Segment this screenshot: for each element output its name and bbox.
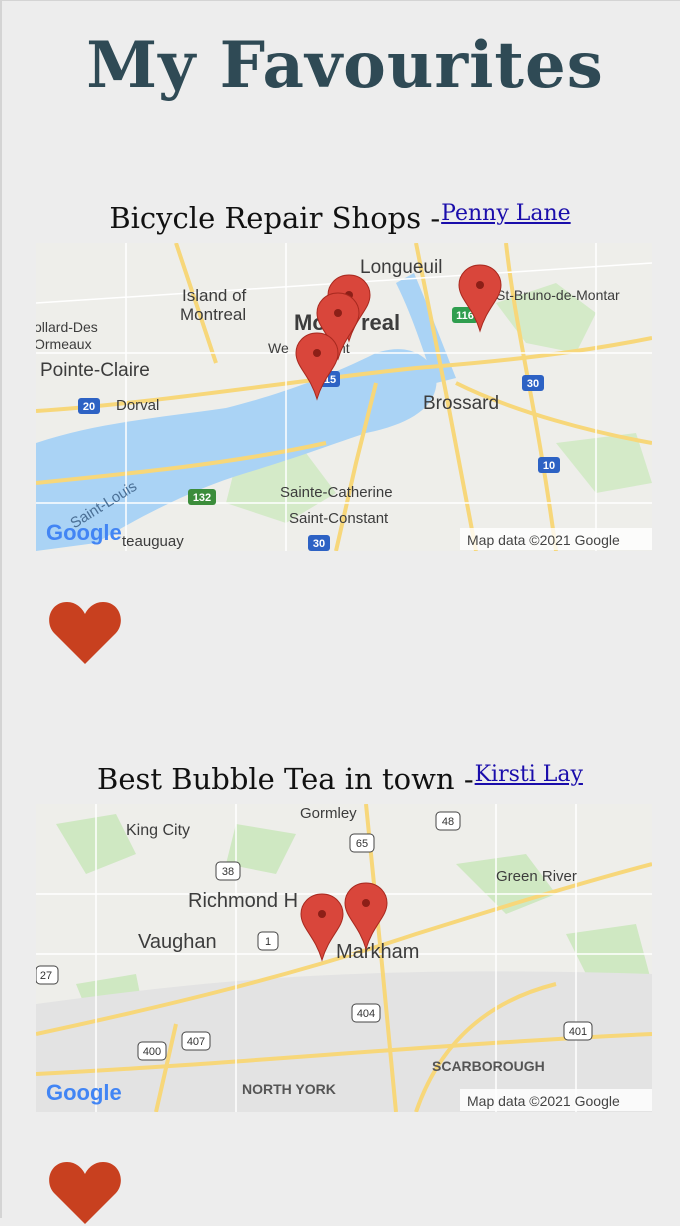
map-label: NORTH YORK [242, 1081, 336, 1097]
favourite-title: Bicycle Repair Shops [109, 201, 422, 235]
svg-text:Google: Google [46, 1080, 122, 1105]
google-logo: Google [46, 1080, 122, 1105]
map-label: Pointe-Claire [40, 360, 150, 381]
map-label: Sainte-Catherine [280, 484, 393, 501]
route-shield-label: 30 [313, 538, 325, 550]
favourite-heading: Bicycle Repair Shops -Penny Lane [0, 201, 680, 235]
heart-icon[interactable] [48, 1160, 122, 1226]
author-link[interactable]: Penny Lane [441, 201, 571, 226]
map-label: Montreal [180, 305, 246, 324]
map-label: SCARBOROUGH [432, 1058, 545, 1074]
page-title: My Favourites [86, 28, 604, 103]
map-label: Dorval [116, 397, 159, 414]
google-logo: Google [46, 520, 122, 545]
map-label: real [361, 310, 400, 335]
favourite-heading: Best Bubble Tea in town -Kirsti Lay [0, 762, 680, 796]
route-shield-label: 404 [357, 1008, 375, 1020]
map-label: teauguay [122, 533, 184, 550]
separator: - [430, 201, 441, 235]
route-shield-label: 1 [265, 936, 271, 948]
map-attribution: Map data ©2021 Google [467, 532, 620, 548]
route-shield-label: 407 [187, 1036, 205, 1048]
map-label: We [268, 340, 289, 356]
svg-text:Google: Google [46, 520, 122, 545]
route-shield-label: 10 [543, 460, 555, 472]
route-shield-label: 38 [222, 866, 234, 878]
map-label: Gormley [300, 805, 357, 822]
map-label: ollard-Des [36, 319, 98, 335]
map-label: Brossard [423, 393, 499, 414]
map-label: Ormeaux [36, 336, 92, 352]
map-montreal[interactable]: Longueuil Island of Montreal Mo real We … [36, 243, 652, 551]
route-shield-label: 48 [442, 816, 454, 828]
route-shield-label: 401 [569, 1026, 587, 1038]
route-shield-label: 20 [83, 401, 95, 413]
map-label: Vaughan [138, 931, 217, 953]
author-link[interactable]: Kirsti Lay [475, 762, 583, 787]
map-label: Richmond H [188, 890, 298, 912]
separator: - [463, 762, 474, 796]
map-attribution: Map data ©2021 Google [467, 1093, 620, 1109]
route-shield-label: 132 [193, 492, 211, 504]
heart-icon[interactable] [48, 600, 122, 666]
map-label: Island of [182, 286, 247, 305]
favourite-title: Best Bubble Tea in town [97, 762, 455, 796]
map-label: King City [126, 822, 190, 839]
map-label: Saint-Constant [289, 510, 389, 527]
map-label: Longueuil [360, 257, 442, 278]
map-label: Markham [336, 941, 419, 963]
map-label: Green River [496, 868, 577, 885]
route-shield-label: 400 [143, 1046, 161, 1058]
route-shield-label: 65 [356, 838, 368, 850]
route-shield-label: 27 [40, 970, 52, 982]
route-shield-label: 30 [527, 378, 539, 390]
map-markham[interactable]: Gormley King City Green River Richmond H… [36, 804, 652, 1112]
map-label: St-Bruno-de-Montar [496, 287, 620, 303]
